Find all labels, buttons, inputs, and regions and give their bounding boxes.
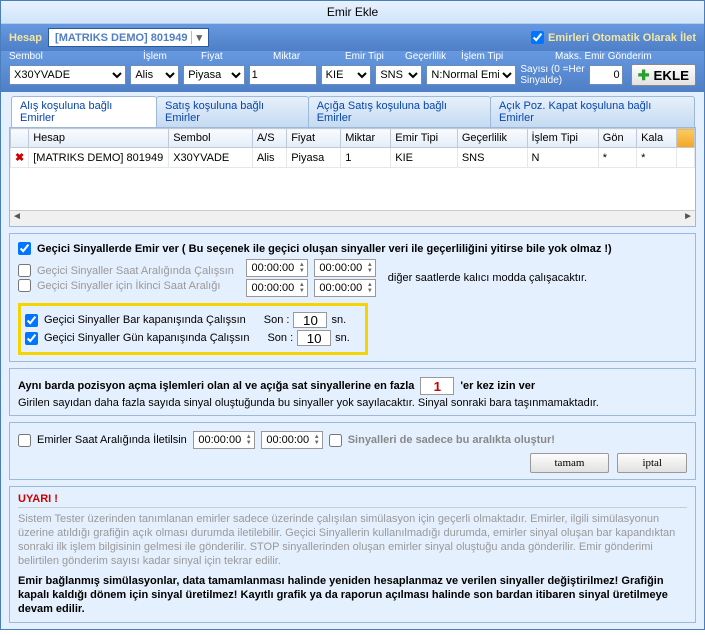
lbl-islem: İşlem <box>143 51 197 62</box>
aynibar-text2: 'er kez izin ver <box>460 380 535 392</box>
auto-send-checkbox[interactable] <box>531 31 544 44</box>
sn-1: sn. <box>331 314 346 326</box>
time-input-1a[interactable]: ▲▼ <box>246 259 308 277</box>
tab-satis[interactable]: Satış koşuluna bağlı Emirler <box>156 96 309 127</box>
orders-grid[interactable]: Hesap Sembol A/S Fiyat Miktar Emir Tipi … <box>9 127 696 227</box>
aynibar-note: Girilen sayıdan daha fazla sayıda sinyal… <box>18 397 687 409</box>
islem-select[interactable]: Alis <box>130 65 179 85</box>
son-label-1: Son : <box>264 314 290 326</box>
cell-islemtipi: N <box>527 148 598 168</box>
time-input-2a[interactable]: ▲▼ <box>246 279 308 297</box>
col-del <box>11 129 29 148</box>
son-input-2[interactable] <box>297 330 331 346</box>
cell-hesap: [MATRIKS DEMO] 801949 <box>29 148 169 168</box>
account-value: [MATRIKS DEMO] 801949 <box>55 32 187 44</box>
gecerlilik-select[interactable]: SNS <box>375 65 422 85</box>
warning-text: Sistem Tester üzerinden tanımlanan emirl… <box>18 512 687 568</box>
lbl-ikinci: Geçici Sinyaller için İkinci Saat Aralığ… <box>37 280 220 292</box>
col-emirtipi[interactable]: Emir Tipi <box>391 129 458 148</box>
delete-icon[interactable]: ✖ <box>15 152 24 164</box>
lbl-saat: Geçici Sinyaller Saat Aralığında Çalışsı… <box>37 265 234 277</box>
time-input-3b[interactable]: ▲▼ <box>261 431 323 449</box>
col-as[interactable]: A/S <box>252 129 286 148</box>
tab-acikpoz[interactable]: Açık Poz. Kapat koşuluna bağlı Emirler <box>490 96 695 127</box>
cell-fiyat: Piyasa <box>287 148 341 168</box>
account-label: Hesap <box>9 32 42 44</box>
chk-sinyaller-sadece[interactable] <box>329 434 342 447</box>
cell-gon: * <box>598 148 636 168</box>
col-gon[interactable]: Gön <box>598 129 636 148</box>
emirtipi-select[interactable]: KIE <box>321 65 372 85</box>
tab-alis[interactable]: Alış koşuluna bağlı Emirler <box>11 96 157 127</box>
tamam-button[interactable]: tamam <box>530 453 610 473</box>
account-selector[interactable]: [MATRIKS DEMO] 801949 ▾ <box>48 28 209 47</box>
tab-aciga[interactable]: Açığa Satış koşuluna bağlı Emirler <box>308 96 491 127</box>
table-row[interactable]: ✖ [MATRIKS DEMO] 801949 X30YVADE Alis Pi… <box>11 148 695 168</box>
aynibar-input[interactable] <box>420 377 454 395</box>
time-input-1b[interactable]: ▲▼ <box>314 259 376 277</box>
chk-saat[interactable] <box>18 264 31 277</box>
cell-kala: * <box>637 148 677 168</box>
note-kalici: diğer saatlerde kalıcı modda çalışacaktı… <box>388 272 587 284</box>
window-title: Emir Ekle <box>1 1 704 24</box>
col-sembol[interactable]: Sembol <box>169 129 253 148</box>
horizontal-scrollbar[interactable]: ◄► <box>10 210 695 226</box>
col-gecer[interactable]: Geçerlilik <box>457 129 527 148</box>
cell-miktar: 1 <box>341 148 391 168</box>
cell-emirtipi: KIE <box>391 148 458 168</box>
chk-ikinci[interactable] <box>18 279 31 292</box>
cell-gecer: SNS <box>457 148 527 168</box>
ekle-button[interactable]: ✚ EKLE <box>631 64 696 86</box>
son-input-1[interactable] <box>293 312 327 328</box>
col-islemtipi[interactable]: İşlem Tipi <box>527 129 598 148</box>
highlighted-options: Geçici Sinyaller Bar kapanışında Çalışsı… <box>18 303 368 355</box>
chk-bar[interactable] <box>25 314 38 327</box>
lbl-fiyat: Fiyat <box>201 51 269 62</box>
col-kala[interactable]: Kala <box>637 129 677 148</box>
time-input-3a[interactable]: ▲▼ <box>193 431 255 449</box>
miktar-input[interactable] <box>249 65 317 85</box>
col-miktar[interactable]: Miktar <box>341 129 391 148</box>
lbl-miktar: Miktar <box>273 51 341 62</box>
lbl-islemtipi: İşlem Tipi <box>461 51 551 62</box>
lbl-sinyaller-sadece: Sinyalleri de sadece bu aralıkta oluştur… <box>348 434 555 446</box>
auto-send-label: Emirleri Otomatik Olarak İlet <box>548 32 696 44</box>
col-extra[interactable] <box>677 129 695 148</box>
col-hesap[interactable]: Hesap <box>29 129 169 148</box>
chk-gecici-main[interactable] <box>18 242 31 255</box>
warning-header: UYARI ! <box>18 493 687 508</box>
iptal-button[interactable]: iptal <box>617 453 687 473</box>
col-fiyat[interactable]: Fiyat <box>287 129 341 148</box>
cell-as: Alis <box>252 148 286 168</box>
aynibar-text1: Aynı barda pozisyon açma işlemleri olan … <box>18 380 414 392</box>
lbl-maks2: Sayısı (0 =HerSinyalde) <box>520 64 584 86</box>
chk-emirler-saat[interactable] <box>18 434 31 447</box>
cell-sembol: X30YVADE <box>169 148 253 168</box>
time-input-2b[interactable]: ▲▼ <box>314 279 376 297</box>
fiyat-select[interactable]: Piyasa <box>183 65 244 85</box>
lbl-sembol: Sembol <box>9 51 139 62</box>
lbl-gecici-main: Geçici Sinyallerde Emir ver ( Bu seçenek… <box>37 243 612 255</box>
sembol-select[interactable]: X30YVADE <box>9 65 126 85</box>
ekle-label: EKLE <box>653 68 689 83</box>
lbl-gecerlilik: Geçerlilik <box>405 51 457 62</box>
maks-input[interactable] <box>589 65 623 85</box>
lbl-emirler-saat: Emirler Saat Aralığında İletilsin <box>37 434 187 446</box>
islemtipi-select[interactable]: N:Normal Emir <box>426 65 516 85</box>
plus-icon: ✚ <box>638 67 650 84</box>
lbl-gun: Geçici Sinyaller Gün kapanışında Çalışsı… <box>44 332 249 344</box>
lbl-maks: Maks. Emir Gönderim <box>555 51 673 62</box>
warning-bold: Emir bağlanmış simülasyonlar, data tamam… <box>18 574 687 616</box>
chk-gun[interactable] <box>25 332 38 345</box>
chevron-down-icon: ▾ <box>191 31 202 44</box>
lbl-emirtipi: Emir Tipi <box>345 51 401 62</box>
lbl-bar: Geçici Sinyaller Bar kapanışında Çalışsı… <box>44 314 246 326</box>
son-label-2: Son : <box>267 332 293 344</box>
sn-2: sn. <box>335 332 350 344</box>
